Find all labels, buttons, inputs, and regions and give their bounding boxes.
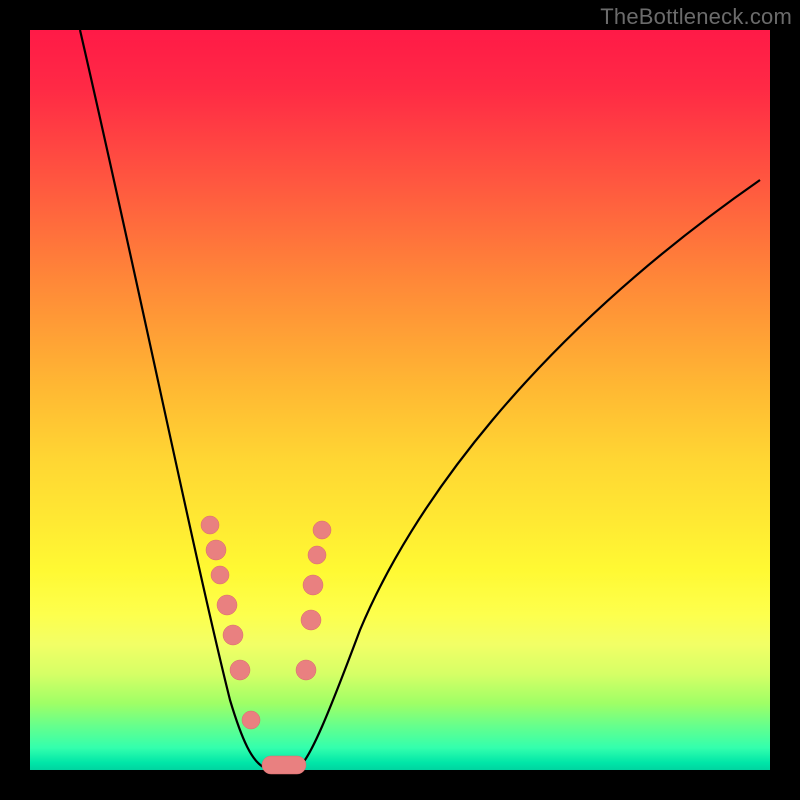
marker-dot (308, 546, 326, 564)
marker-dot (303, 575, 323, 595)
marker-dot (206, 540, 226, 560)
marker-dot (217, 595, 237, 615)
marker-dot (211, 566, 229, 584)
marker-dot (242, 711, 260, 729)
left-marker-cluster (201, 516, 260, 729)
marker-dot (301, 610, 321, 630)
marker-dot (313, 521, 331, 539)
watermark-text: TheBottleneck.com (600, 4, 792, 30)
bottleneck-curve (80, 30, 760, 771)
valley-bottom-marker (262, 756, 306, 774)
marker-dot (201, 516, 219, 534)
marker-dot (230, 660, 250, 680)
marker-dot (296, 660, 316, 680)
marker-dot (223, 625, 243, 645)
right-marker-cluster (296, 521, 331, 680)
chart-overlay (30, 30, 770, 770)
